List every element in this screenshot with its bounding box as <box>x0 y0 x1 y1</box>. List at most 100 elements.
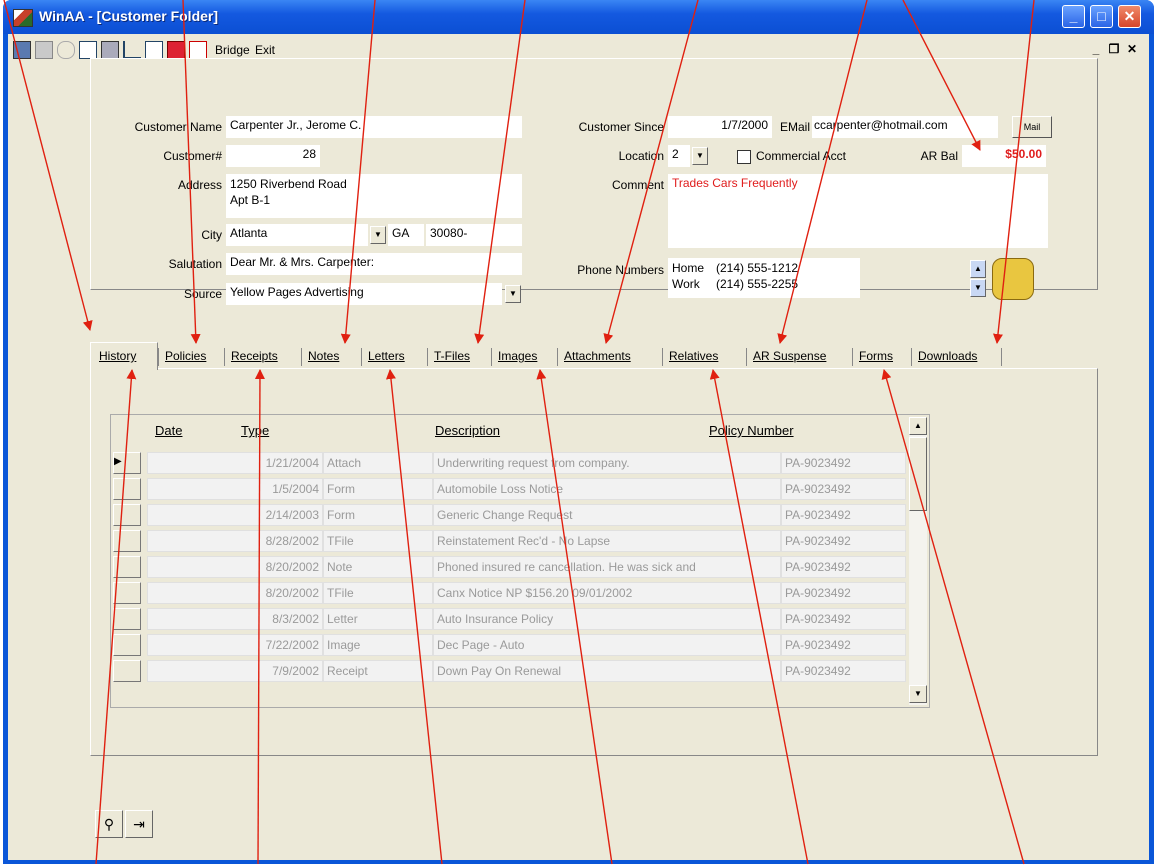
source-dropdown-button[interactable]: ▼ <box>505 285 521 303</box>
cell-policy-number: PA-9023492 <box>781 504 906 526</box>
cell-date: 1/21/2004 <box>147 452 323 474</box>
customer-since-label: Customer Since <box>578 120 664 134</box>
column-header-type[interactable]: Type <box>241 423 269 438</box>
tab-images[interactable]: Images <box>496 343 539 369</box>
tab-receipts[interactable]: Receipts <box>229 343 280 369</box>
form-icon[interactable] <box>189 41 207 59</box>
phone-scroll-down-icon[interactable]: ▼ <box>970 279 986 297</box>
grid-vertical-scrollbar[interactable]: ▲ ▼ <box>909 417 927 705</box>
minimize-button[interactable]: _ <box>1062 5 1085 28</box>
tab-ar-suspense[interactable]: AR Suspense <box>751 343 828 369</box>
phone-dial-icon[interactable] <box>992 258 1034 300</box>
table-row[interactable]: ▶ 1/21/2004 Attach Underwriting request … <box>111 451 906 475</box>
customer-number-field[interactable]: 28 <box>226 145 320 167</box>
exit-folder-button[interactable]: ⇥ <box>125 810 153 838</box>
maximize-button[interactable]: □ <box>1090 5 1113 28</box>
cell-type: Image <box>323 634 433 656</box>
tab-history[interactable]: History <box>97 343 138 369</box>
table-row[interactable]: 8/20/2002 Note Phoned insured re cancell… <box>111 555 906 579</box>
source-field[interactable]: Yellow Pages Advertising <box>226 283 502 305</box>
calculator-icon[interactable] <box>101 41 119 59</box>
phone-type: Work <box>672 277 700 291</box>
tab-divider <box>746 348 747 366</box>
city-field[interactable]: Atlanta <box>226 224 368 246</box>
column-header-description[interactable]: Description <box>435 423 500 438</box>
cell-description: Dec Page - Auto <box>433 634 781 656</box>
customer-since-field[interactable]: 1/7/2000 <box>668 116 772 138</box>
tab-divider <box>427 348 428 366</box>
row-selector[interactable] <box>113 660 141 682</box>
commercial-acct-checkbox[interactable] <box>737 150 751 164</box>
tab-attachments[interactable]: Attachments <box>562 343 633 369</box>
link-icon[interactable] <box>57 41 75 59</box>
bridge-menu[interactable]: Bridge <box>215 43 250 57</box>
grid-icon[interactable] <box>145 41 163 59</box>
tab-divider <box>158 348 159 366</box>
mail-button[interactable]: Mail <box>1012 116 1052 138</box>
row-selector[interactable] <box>113 478 141 500</box>
tab-divider <box>911 348 912 366</box>
tab-policies[interactable]: Policies <box>163 343 208 369</box>
comment-label: Comment <box>611 178 664 192</box>
child-restore-icon[interactable]: ❐ <box>1106 42 1122 56</box>
location-field[interactable]: 2 <box>668 145 690 167</box>
phone-row[interactable]: Work (214) 555-2255 <box>672 276 856 292</box>
tab-downloads[interactable]: Downloads <box>916 343 979 369</box>
tab-forms[interactable]: Forms <box>857 343 895 369</box>
salutation-label: Salutation <box>168 257 222 271</box>
comment-field[interactable]: Trades Cars Frequently <box>668 174 1048 248</box>
tab-letters[interactable]: Letters <box>366 343 407 369</box>
ar-bal-field[interactable]: $50.00 <box>962 145 1046 167</box>
find-button[interactable]: ⚲ <box>95 810 123 838</box>
phone-list[interactable]: Home (214) 555-1212 Work (214) 555-2255 <box>668 258 860 298</box>
customer-card-icon[interactable] <box>13 41 31 59</box>
document-icon[interactable] <box>79 41 97 59</box>
table-row[interactable]: 7/9/2002 Receipt Down Pay On Renewal PA-… <box>111 659 906 683</box>
app-icon[interactable] <box>13 9 33 27</box>
row-selector[interactable] <box>113 530 141 552</box>
phone-row[interactable]: Home (214) 555-1212 <box>672 260 856 276</box>
tab-notes[interactable]: Notes <box>306 343 341 369</box>
tab-t-files[interactable]: T-Files <box>432 343 472 369</box>
book-icon[interactable] <box>35 41 53 59</box>
phone-scroll-up-icon[interactable]: ▲ <box>970 260 986 278</box>
tree-icon[interactable] <box>123 41 141 59</box>
row-selector[interactable] <box>113 504 141 526</box>
table-row[interactable]: 1/5/2004 Form Automobile Loss Notice PA-… <box>111 477 906 501</box>
table-row[interactable]: 8/20/2002 TFile Canx Notice NP $156.20 0… <box>111 581 906 605</box>
row-selector[interactable] <box>113 582 141 604</box>
scroll-thumb[interactable] <box>909 437 927 511</box>
row-selector[interactable] <box>113 634 141 656</box>
exit-menu[interactable]: Exit <box>255 43 275 57</box>
email-field[interactable]: ccarpenter@hotmail.com <box>812 116 998 138</box>
address-field[interactable]: 1250 Riverbend Road Apt B-1 <box>226 174 522 218</box>
child-minimize-icon[interactable]: _ <box>1088 42 1104 56</box>
title-bar[interactable]: WinAA - [Customer Folder] _ □ ✕ <box>3 0 1154 34</box>
state-field[interactable]: GA <box>388 224 424 246</box>
scroll-up-icon[interactable]: ▲ <box>909 417 927 435</box>
cell-type: TFile <box>323 530 433 552</box>
column-header-policy-number[interactable]: Policy Number <box>709 423 794 438</box>
schedule-icon[interactable] <box>167 41 185 59</box>
table-row[interactable]: 8/28/2002 TFile Reinstatement Rec'd - No… <box>111 529 906 553</box>
location-dropdown-button[interactable]: ▼ <box>692 147 708 165</box>
tab-relatives[interactable]: Relatives <box>667 343 720 369</box>
customer-name-field[interactable]: Carpenter Jr., Jerome C. <box>226 116 522 138</box>
table-row[interactable]: 7/22/2002 Image Dec Page - Auto PA-90234… <box>111 633 906 657</box>
close-button[interactable]: ✕ <box>1118 5 1141 28</box>
column-header-date[interactable]: Date <box>155 423 182 438</box>
table-row[interactable]: 2/14/2003 Form Generic Change Request PA… <box>111 503 906 527</box>
customer-name-label: Customer Name <box>134 120 222 134</box>
city-dropdown-button[interactable]: ▼ <box>370 226 386 244</box>
tab-divider <box>557 348 558 366</box>
child-close-icon[interactable]: ✕ <box>1124 42 1140 56</box>
history-grid[interactable]: Date Type Description Policy Number ▶ 1/… <box>110 414 930 708</box>
row-selector[interactable]: ▶ <box>113 452 141 474</box>
salutation-field[interactable]: Dear Mr. & Mrs. Carpenter: <box>226 253 522 275</box>
row-selector[interactable] <box>113 556 141 578</box>
scroll-down-icon[interactable]: ▼ <box>909 685 927 703</box>
cell-date: 2/14/2003 <box>147 504 323 526</box>
table-row[interactable]: 8/3/2002 Letter Auto Insurance Policy PA… <box>111 607 906 631</box>
zip-field[interactable]: 30080- <box>426 224 522 246</box>
row-selector[interactable] <box>113 608 141 630</box>
